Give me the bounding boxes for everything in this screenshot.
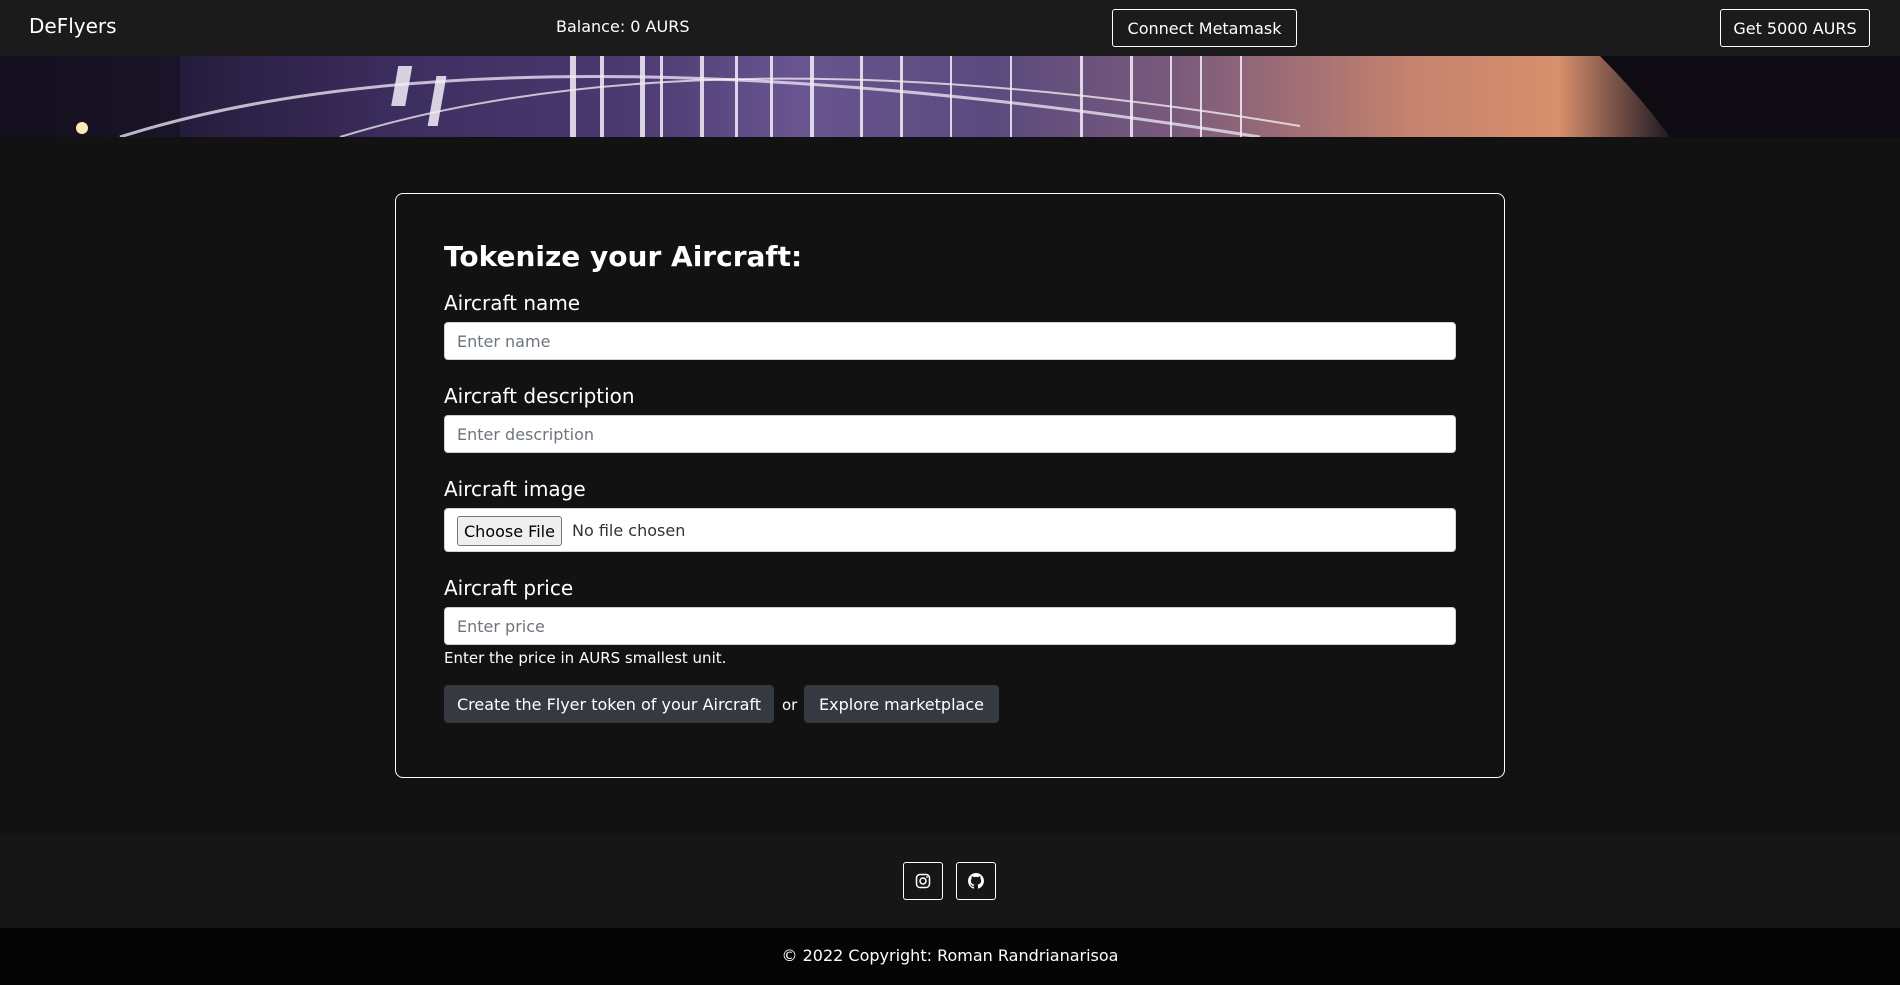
or-separator: or: [782, 696, 798, 714]
hero-banner: [0, 56, 1900, 137]
brand-logo[interactable]: DeFlyers: [29, 14, 117, 38]
navbar: DeFlyers Balance: 0 AURS Connect Metamas…: [0, 0, 1900, 56]
aircraft-image-file-input[interactable]: Choose File No file chosen: [444, 508, 1456, 552]
balance-text: Balance: 0 AURS: [556, 17, 690, 36]
connect-metamask-button[interactable]: Connect Metamask: [1112, 9, 1297, 47]
price-help-text: Enter the price in AURS smallest unit.: [444, 649, 727, 667]
hero-banner-image: [0, 56, 1900, 137]
form-title: Tokenize your Aircraft:: [444, 240, 803, 273]
get-aurs-button[interactable]: Get 5000 AURS: [1720, 9, 1870, 47]
aircraft-name-input[interactable]: [444, 322, 1456, 360]
aircraft-price-label: Aircraft price: [444, 576, 574, 600]
aircraft-description-label: Aircraft description: [444, 384, 635, 408]
aircraft-price-input[interactable]: [444, 607, 1456, 645]
aircraft-description-input[interactable]: [444, 415, 1456, 453]
aircraft-name-label: Aircraft name: [444, 291, 581, 315]
instagram-icon: [915, 873, 931, 889]
footer: © 2022 Copyright: Roman Randrianarisoa: [0, 833, 1900, 985]
copyright-bar: © 2022 Copyright: Roman Randrianarisoa: [0, 928, 1900, 985]
file-status-text: No file chosen: [572, 521, 686, 540]
create-token-button[interactable]: Create the Flyer token of your Aircraft: [444, 685, 774, 723]
choose-file-button[interactable]: Choose File: [457, 516, 562, 546]
aircraft-image-label: Aircraft image: [444, 477, 586, 501]
copyright-text: © 2022 Copyright: Roman Randrianarisoa: [781, 946, 1119, 965]
github-link[interactable]: [956, 862, 996, 900]
explore-marketplace-button[interactable]: Explore marketplace: [804, 685, 999, 723]
tokenize-form-card: Tokenize your Aircraft: Aircraft name Ai…: [395, 193, 1505, 778]
instagram-link[interactable]: [903, 862, 943, 900]
github-icon: [968, 873, 984, 889]
